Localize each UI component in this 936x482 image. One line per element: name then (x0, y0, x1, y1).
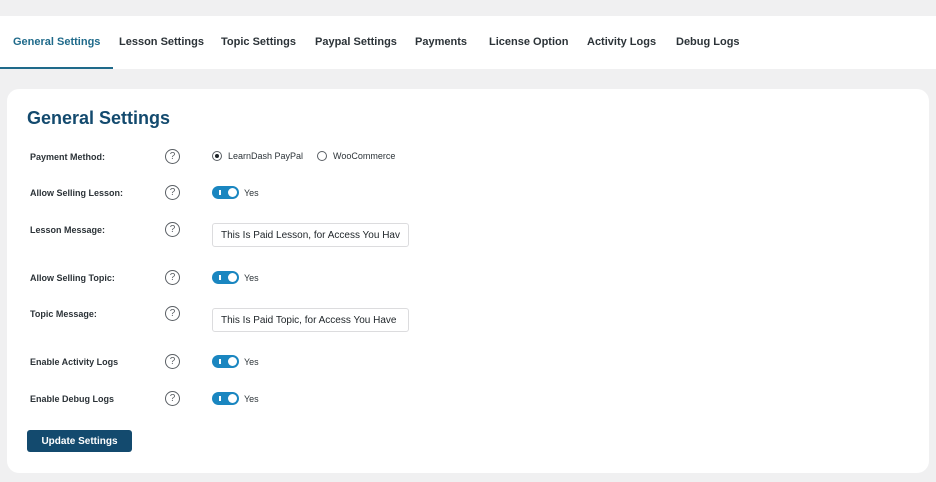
tab-license-option[interactable]: License Option (489, 16, 568, 69)
page-title: General Settings (27, 108, 171, 128)
toggle-state-text: Yes (244, 272, 259, 283)
enable-activity-logs-toggle[interactable] (212, 355, 239, 368)
tab-paypal-settings[interactable]: Paypal Settings (315, 16, 397, 69)
lesson-message-row: Lesson Message: ? (7, 222, 929, 247)
payment-method-row: Payment Method: ? LearnDash PayPal WooCo… (7, 149, 929, 174)
topic-message-row: Topic Message: ? (7, 306, 929, 332)
topic-message-label: Topic Message: (30, 309, 97, 319)
payment-method-label: Payment Method: (30, 152, 106, 162)
radio-label: WooCommerce (333, 151, 396, 161)
tab-debug-logs[interactable]: Debug Logs (676, 16, 740, 69)
enable-debug-logs-label: Enable Debug Logs (30, 394, 115, 404)
allow-selling-topic-label: Allow Selling Topic: (30, 273, 115, 283)
allow-selling-lesson-label: Allow Selling Lesson: (30, 188, 124, 198)
help-icon[interactable]: ? (165, 185, 180, 200)
allow-selling-topic-toggle[interactable] (212, 271, 239, 284)
radio-checked-icon (212, 151, 222, 161)
help-icon[interactable]: ? (165, 391, 180, 406)
enable-debug-logs-toggle[interactable] (212, 392, 239, 405)
toggle-state-text: Yes (244, 356, 259, 367)
tab-topic-settings[interactable]: Topic Settings (221, 16, 296, 69)
lesson-message-input[interactable] (212, 223, 409, 247)
allow-selling-lesson-row: Allow Selling Lesson: ? Yes (7, 185, 929, 210)
enable-activity-logs-label: Enable Activity Logs (30, 357, 119, 367)
help-icon[interactable]: ? (165, 149, 180, 164)
lesson-message-label: Lesson Message: (30, 225, 106, 235)
allow-selling-lesson-toggle[interactable] (212, 186, 239, 199)
toggle-state-text: Yes (244, 187, 259, 198)
settings-tabs: General Settings Lesson Settings Topic S… (0, 16, 936, 69)
radio-learndash-paypal[interactable]: LearnDash PayPal (212, 151, 303, 161)
allow-selling-topic-row: Allow Selling Topic: ? Yes (7, 270, 929, 295)
radio-woocommerce[interactable]: WooCommerce (317, 151, 395, 161)
help-icon[interactable]: ? (165, 354, 180, 369)
tab-payments[interactable]: Payments (415, 16, 467, 69)
help-icon[interactable]: ? (165, 306, 180, 321)
tab-lesson-settings[interactable]: Lesson Settings (119, 16, 204, 69)
help-icon[interactable]: ? (165, 222, 180, 237)
topic-message-input[interactable] (212, 308, 409, 332)
enable-debug-logs-row: Enable Debug Logs ? Yes (7, 391, 929, 416)
radio-unchecked-icon (317, 151, 328, 161)
enable-activity-logs-row: Enable Activity Logs ? Yes (7, 354, 929, 379)
tab-general-settings[interactable]: General Settings (0, 16, 114, 69)
update-settings-button[interactable]: Update Settings (27, 430, 132, 452)
settings-card: General Settings Payment Method: ? Learn… (7, 89, 929, 473)
toggle-state-text: Yes (244, 393, 259, 404)
radio-label: LearnDash PayPal (228, 151, 304, 161)
help-icon[interactable]: ? (165, 270, 180, 285)
tab-activity-logs[interactable]: Activity Logs (587, 16, 656, 69)
